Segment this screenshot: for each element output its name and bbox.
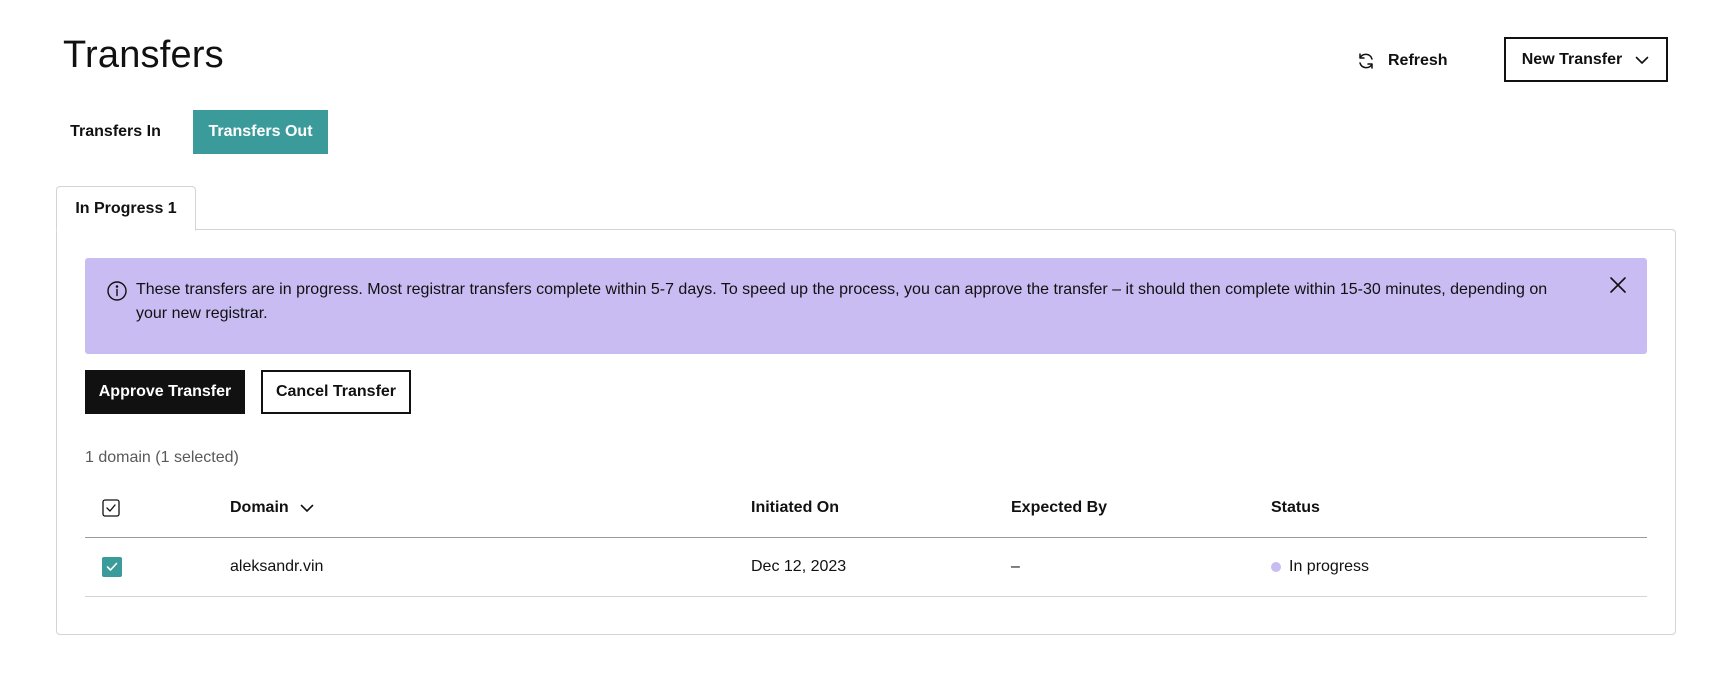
expected-cell: –	[1011, 558, 1020, 575]
tab-in-progress[interactable]: In Progress 1	[56, 186, 196, 231]
domain-count: 1 domain (1 selected)	[85, 449, 239, 466]
table-header: Domain Initiated On Expected By Status	[85, 478, 1647, 538]
column-header-status: Status	[1271, 498, 1320, 516]
tab-transfers-in[interactable]: Transfers In	[57, 110, 174, 154]
chevron-down-icon[interactable]	[299, 500, 315, 516]
transfers-table: Domain Initiated On Expected By Status a…	[85, 478, 1647, 597]
approve-transfer-button[interactable]: Approve Transfer	[85, 370, 245, 414]
column-header-domain[interactable]: Domain	[230, 478, 730, 537]
refresh-button[interactable]: Refresh	[1356, 46, 1448, 76]
column-header-expected: Expected By	[1011, 498, 1108, 516]
select-all-checkbox[interactable]	[102, 498, 120, 517]
status-cell: In progress	[1271, 538, 1571, 596]
refresh-icon	[1356, 51, 1376, 71]
column-header-initiated: Initiated On	[751, 498, 839, 516]
chevron-down-icon	[1634, 52, 1650, 68]
status-label: In progress	[1289, 558, 1370, 575]
info-alert: These transfers are in progress. Most re…	[85, 258, 1647, 354]
domain-cell: aleksandr.vin	[230, 558, 324, 575]
column-label-domain: Domain	[230, 498, 289, 516]
new-transfer-label: New Transfer	[1521, 50, 1623, 68]
status-dot	[1271, 562, 1281, 572]
cancel-transfer-button[interactable]: Cancel Transfer	[261, 370, 411, 414]
refresh-label: Refresh	[1388, 52, 1448, 69]
table-row[interactable]: aleksandr.vin Dec 12, 2023 – In progress	[85, 538, 1647, 597]
new-transfer-button[interactable]: New Transfer	[1504, 37, 1668, 82]
initiated-cell: Dec 12, 2023	[751, 558, 847, 575]
alert-message: These transfers are in progress. Most re…	[136, 281, 1548, 322]
close-icon[interactable]	[1603, 270, 1633, 300]
row-checkbox[interactable]	[102, 557, 122, 577]
info-icon	[106, 280, 128, 302]
tab-transfers-out[interactable]: Transfers Out	[193, 110, 328, 154]
page-title: Transfers	[63, 34, 224, 76]
